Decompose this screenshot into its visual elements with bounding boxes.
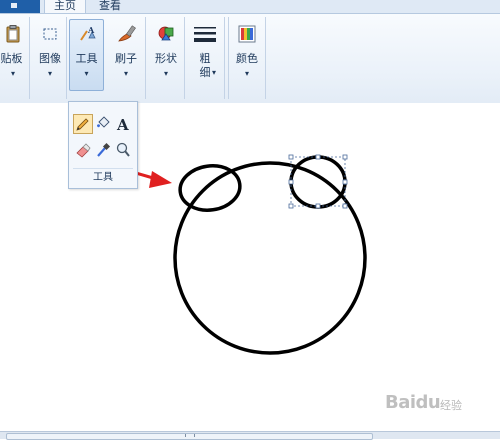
text-tool[interactable]: A xyxy=(113,114,133,134)
clipboard-label: 剪贴板 xyxy=(0,52,23,65)
shapes-group: 形状 ▾ xyxy=(148,17,185,99)
image-group: 图像 ▾ xyxy=(33,17,67,99)
colors-group: 颜色 ▾ xyxy=(228,17,266,99)
file-menu-button[interactable] xyxy=(0,0,40,13)
magnifier-icon xyxy=(116,142,130,157)
shapes-label: 形状 xyxy=(155,52,177,65)
brushes-label: 刷子 xyxy=(115,52,137,65)
size-button[interactable]: 粗 细 ▾ xyxy=(187,19,223,91)
pencil-icon xyxy=(76,118,89,131)
fill-icon xyxy=(97,116,110,128)
scrollbar-grip-icon[interactable] xyxy=(185,434,195,437)
shapes-dropdown-icon: ▾ xyxy=(163,69,168,78)
colors-dropdown-icon: ▾ xyxy=(244,69,249,78)
svg-text:A: A xyxy=(116,116,129,133)
tools-popup: A 工具 xyxy=(68,101,138,189)
line-width-icon xyxy=(193,24,217,44)
palette-icon xyxy=(237,24,257,44)
clipboard-dropdown-icon: ▾ xyxy=(10,69,15,78)
shapes-icon xyxy=(156,24,176,44)
brushes-group: 刷子 ▾ xyxy=(106,17,146,99)
tab-home[interactable]: 主页 xyxy=(44,0,86,13)
shapes-button[interactable]: 形状 ▾ xyxy=(149,19,183,91)
watermark-sub-label: 经验 xyxy=(440,399,462,412)
right-ear-shape xyxy=(289,155,347,209)
big-circle-shape xyxy=(173,161,367,355)
tools-label: 工具 xyxy=(75,52,98,65)
eraser-tool[interactable] xyxy=(73,140,93,160)
popup-divider xyxy=(73,168,133,169)
image-button[interactable]: 图像 ▾ xyxy=(34,19,66,91)
colors-button[interactable]: 颜色 ▾ xyxy=(230,19,264,91)
image-dropdown-icon: ▾ xyxy=(47,69,52,78)
color-picker-tool[interactable] xyxy=(93,140,113,160)
svg-text:A: A xyxy=(87,25,95,35)
pencil-tool[interactable] xyxy=(73,114,93,134)
clipboard-icon xyxy=(3,24,23,44)
file-menu-icon xyxy=(11,3,17,8)
tools-icon: A xyxy=(77,24,97,44)
ribbon-tab-strip: 主页 查看 xyxy=(0,0,500,13)
fill-tool[interactable] xyxy=(93,114,113,134)
eraser-icon xyxy=(76,143,91,158)
clipboard-group: 剪贴板 ▾ xyxy=(0,17,30,99)
image-label: 图像 xyxy=(39,52,61,65)
tools-dropdown-icon: ▾ xyxy=(84,69,89,78)
color-picker-icon xyxy=(97,142,111,157)
size-group: 粗 细 ▾ xyxy=(186,17,225,99)
size-dropdown-icon: ▾ xyxy=(211,68,216,77)
text-icon: A xyxy=(116,116,129,134)
tools-group: A 工具 ▾ xyxy=(68,17,106,99)
brushes-dropdown-icon: ▾ xyxy=(123,69,128,78)
size-label-thick: 粗 xyxy=(199,52,211,65)
ribbon: 剪贴板 ▾ 图像 ▾ A 工具 ▾ xyxy=(0,13,500,104)
tools-button[interactable]: A 工具 ▾ xyxy=(69,19,104,91)
tab-view[interactable]: 查看 xyxy=(92,0,128,13)
magnifier-tool[interactable] xyxy=(113,140,133,160)
select-icon xyxy=(40,24,60,44)
clipboard-button[interactable]: 剪贴板 ▾ xyxy=(0,19,28,91)
watermark-logo: Baidu xyxy=(385,392,441,413)
tools-popup-label: 工具 xyxy=(93,172,113,183)
brush-icon xyxy=(116,24,136,44)
colors-label: 颜色 xyxy=(236,52,258,65)
brushes-button[interactable]: 刷子 ▾ xyxy=(108,19,144,91)
